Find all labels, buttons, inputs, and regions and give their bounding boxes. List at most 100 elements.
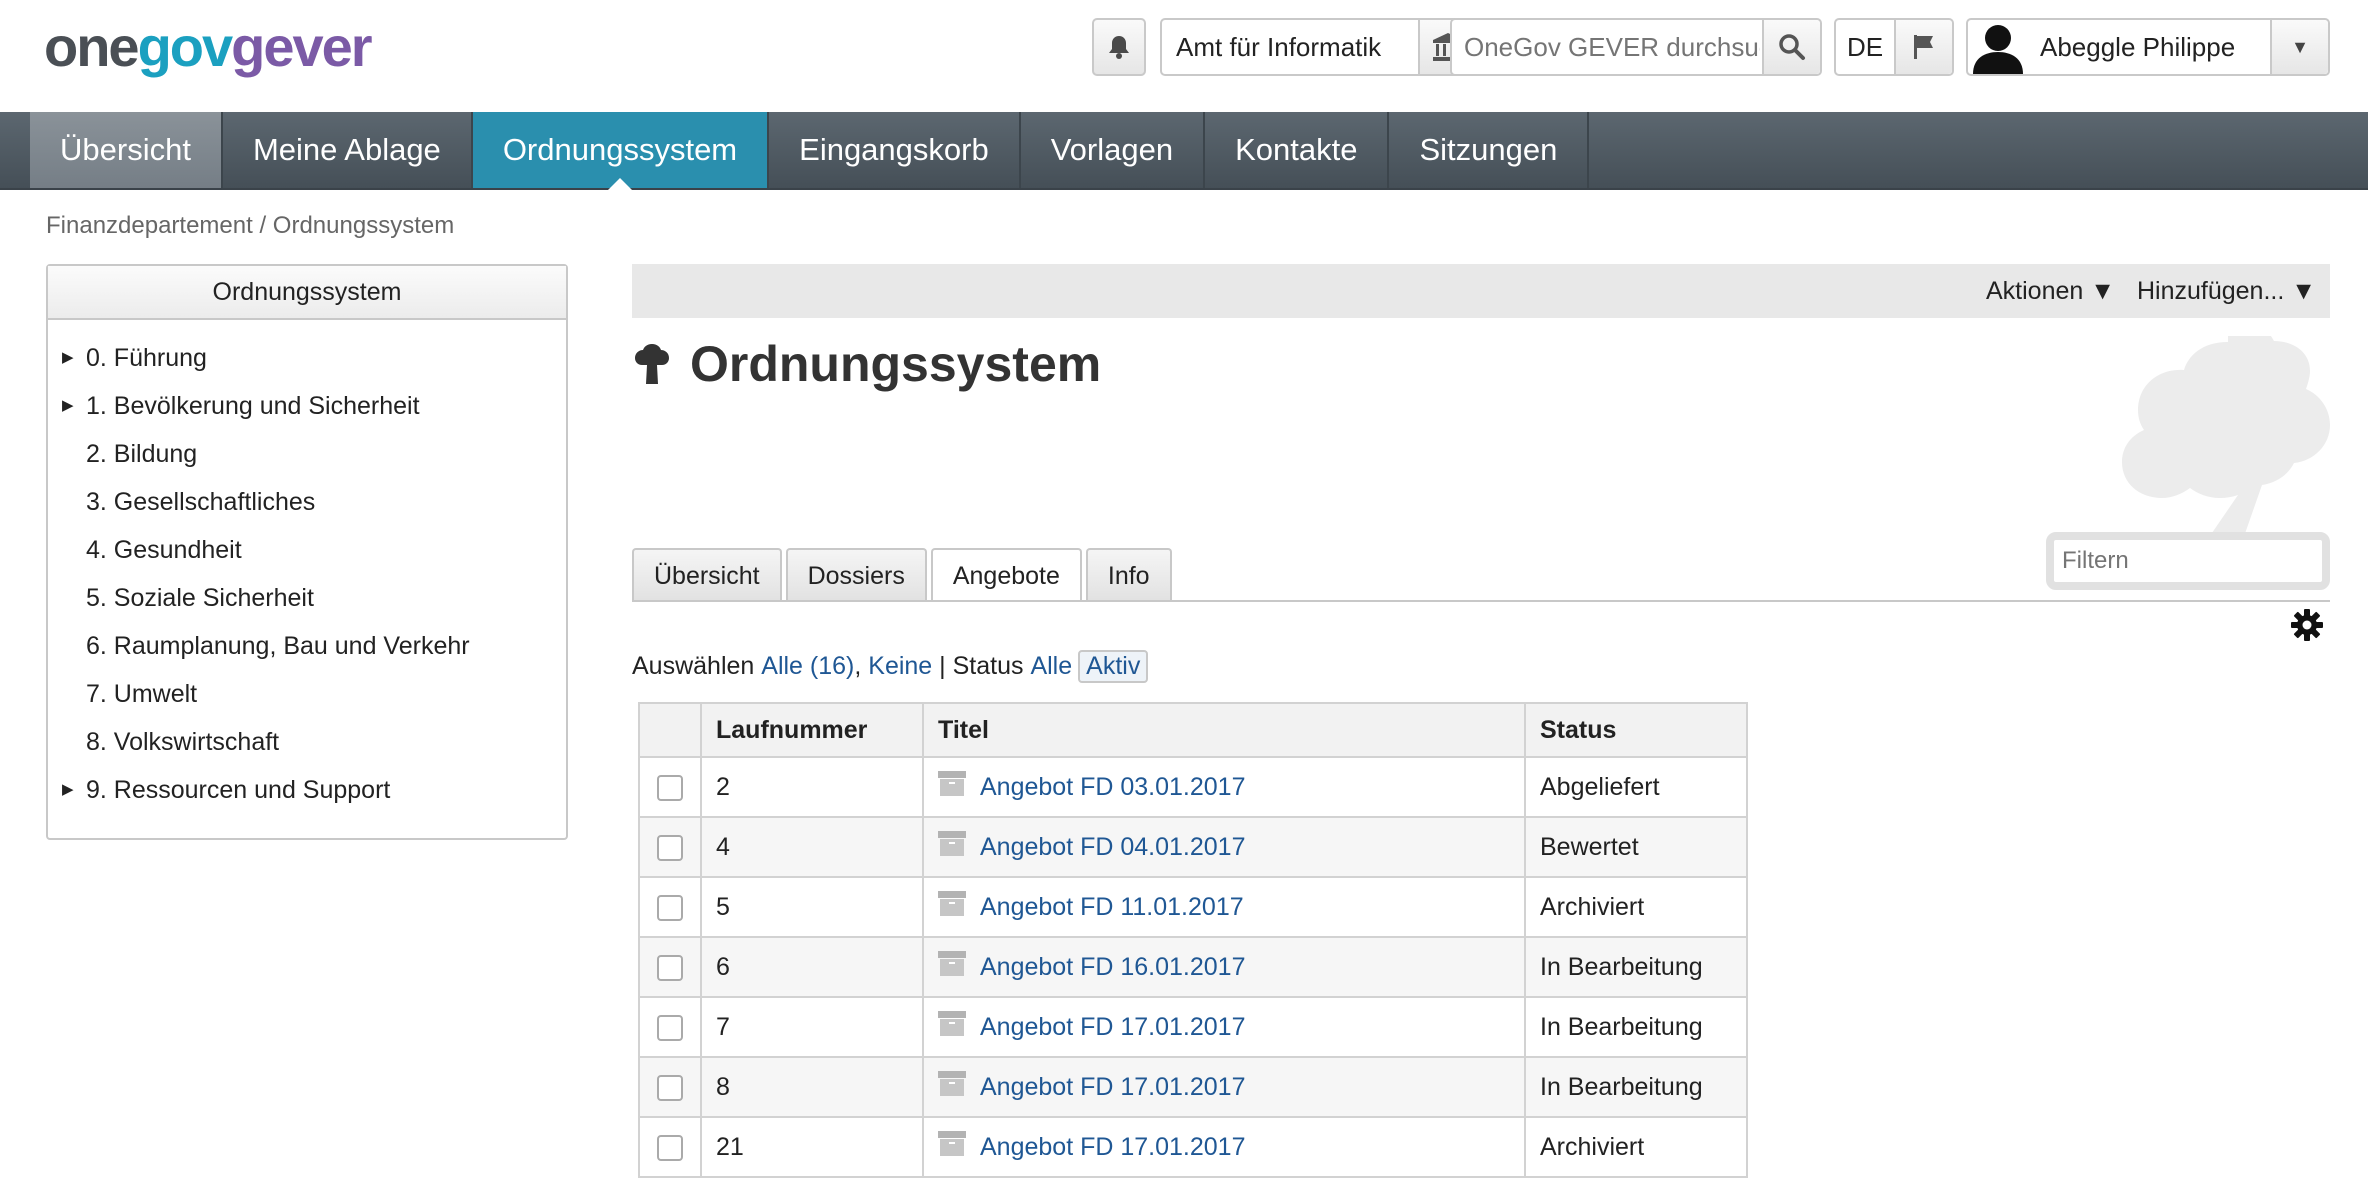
table-row: 21 Angebot FD 17.01.2017 Archiviert [638,1116,1748,1178]
tree-item-5[interactable]: 5. Soziale Sicherheit [48,574,566,622]
table-row: 2 Angebot FD 03.01.2017 Abgeliefert [638,756,1748,818]
archive-box-icon [938,1130,966,1164]
tab-dossiers[interactable]: Dossiers [785,548,927,600]
row-number: 6 [700,936,924,998]
search-input[interactable] [1452,19,1762,75]
flag-icon[interactable] [1894,20,1952,74]
separator: | [939,652,946,680]
status-active-filter[interactable]: Aktiv [1078,650,1149,683]
tab-ubersicht[interactable]: Übersicht [632,548,782,600]
expand-arrow-icon[interactable]: ▶ [62,382,74,430]
add-menu[interactable]: Hinzufügen... ▼ [2137,277,2316,306]
row-number: 2 [700,756,924,818]
bell-icon [1109,36,1129,59]
search-icon [1779,34,1805,60]
row-number: 4 [700,816,924,878]
main-navigation: Übersicht Meine Ablage Ordnungssystem Ei… [0,112,2368,190]
expand-arrow-icon[interactable]: ▶ [62,766,74,814]
select-none-link[interactable]: Keine [868,652,932,681]
nav-kontakte[interactable]: Kontakte [1205,112,1390,188]
gear-icon[interactable] [2290,608,2324,642]
nav-sitzungen[interactable]: Sitzungen [1389,112,1590,188]
page-title: Ordnungssystem [690,336,1102,392]
row-title-link[interactable]: Angebot FD 17.01.2017 [980,1013,1245,1041]
tree-item-9[interactable]: ▶ 9. Ressourcen und Support [48,766,566,814]
page-header: Ordnungssystem [632,334,1101,394]
tree-item-1[interactable]: ▶ 1. Bevölkerung und Sicherheit [48,382,566,430]
notifications-button[interactable] [1092,18,1146,76]
language-label: DE [1846,31,1884,62]
nav-eingangskorb[interactable]: Eingangskorb [769,112,1021,188]
archive-box-icon [938,830,966,864]
tree-item-3[interactable]: 3. Gesellschaftliches [48,478,566,526]
archive-box-icon [938,1010,966,1044]
row-status: In Bearbeitung [1524,936,1748,998]
actions-menu[interactable]: Aktionen ▼ [1986,277,2115,306]
status-all-link[interactable]: Alle [1030,652,1072,681]
sidebar-tree: Ordnungssystem ▶ 0. Führung ▶ 1. Bevölkeru… [46,264,568,840]
search-button[interactable] [1762,20,1820,74]
onegovgever-logo[interactable]: onegovgever [44,14,373,80]
row-status: In Bearbeitung [1524,1056,1748,1118]
table-row: 7 Angebot FD 17.01.2017 In Bearbeitung [638,996,1748,1058]
breadcrumb[interactable]: Finanzdepartement / Ordnungssystem [46,212,454,240]
column-header-laufnummer[interactable]: Laufnummer [700,702,924,758]
offers-table: Laufnummer Titel Status 2 Angebot FD 03.… [638,702,1748,1178]
expand-arrow-icon[interactable]: ▶ [62,334,74,382]
tab-divider [632,600,2330,602]
row-title-link[interactable]: Angebot FD 03.01.2017 [980,773,1245,801]
row-checkbox[interactable] [656,774,683,801]
tab-angebote[interactable]: Angebote [930,548,1082,602]
row-title-link[interactable]: Angebot FD 17.01.2017 [980,1133,1245,1161]
table-row: 6 Angebot FD 16.01.2017 In Bearbeitung [638,936,1748,998]
filter-input[interactable] [2054,546,2322,576]
row-number: 7 [700,996,924,1058]
column-header-titel[interactable]: Titel [922,702,1526,758]
select-all-link[interactable]: Alle (16) [761,652,854,681]
row-status: Abgeliefert [1524,756,1748,818]
chevron-down-icon[interactable]: ▼ [2270,20,2328,74]
row-checkbox[interactable] [656,1134,683,1161]
language-selector[interactable]: DE [1834,18,1954,76]
table-header-row: Laufnummer Titel Status [638,702,1748,758]
nav-ordnungssystem[interactable]: Ordnungssystem [472,112,770,190]
row-number: 21 [700,1116,924,1178]
row-title-link[interactable]: Angebot FD 16.01.2017 [980,953,1245,981]
action-bar: Aktionen ▼ Hinzufügen... ▼ [632,264,2330,318]
tab-info[interactable]: Info [1085,548,1172,600]
table-row: 8 Angebot FD 17.01.2017 In Bearbeitung [638,1056,1748,1118]
tree-item-6[interactable]: 6. Raumplanung, Bau und Verkehr [48,622,566,670]
row-checkbox[interactable] [656,834,683,861]
org-unit-selector[interactable]: Amt für Informatik [1160,18,1478,76]
row-title-link[interactable]: Angebot FD 17.01.2017 [980,1073,1245,1101]
nav-ubersicht[interactable]: Übersicht [30,112,223,188]
sidebar-title: Ordnungssystem [48,266,566,320]
row-checkbox[interactable] [656,1074,683,1101]
tree-item-8[interactable]: 8. Volkswirtschaft [48,718,566,766]
row-number: 5 [700,876,924,938]
tree-item-4[interactable]: 4. Gesundheit [48,526,566,574]
archive-box-icon [938,770,966,804]
tree-item-2[interactable]: 2. Bildung [48,430,566,478]
tree-item-7[interactable]: 7. Umwelt [48,670,566,718]
row-status: In Bearbeitung [1524,996,1748,1058]
tree-item-0[interactable]: ▶ 0. Führung [48,334,566,382]
column-header-status[interactable]: Status [1524,702,1748,758]
filter-box[interactable] [2046,532,2330,590]
nav-meine-ablage[interactable]: Meine Ablage [223,112,473,188]
search-box[interactable] [1450,18,1822,76]
row-checkbox[interactable] [656,954,683,981]
avatar-icon [1968,20,2028,74]
archive-box-icon [938,890,966,924]
row-checkbox[interactable] [656,1014,683,1041]
status-label: Status [952,652,1024,680]
nav-vorlagen[interactable]: Vorlagen [1021,112,1206,188]
archive-box-icon [938,1070,966,1104]
row-checkbox[interactable] [656,894,683,921]
row-title-link[interactable]: Angebot FD 04.01.2017 [980,833,1245,861]
user-name: Abeggle Philippe [2040,31,2236,62]
tree-icon [635,344,669,384]
user-menu[interactable]: Abeggle Philippe ▼ [1966,18,2330,76]
row-title-link[interactable]: Angebot FD 11.01.2017 [980,893,1244,921]
table-row: 5 Angebot FD 11.01.2017 Archiviert [638,876,1748,938]
